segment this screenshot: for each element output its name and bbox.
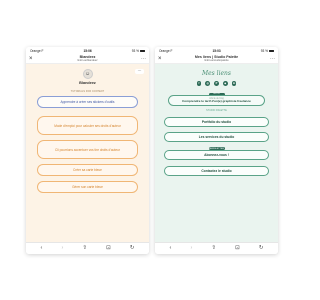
right-phone-screenshot: Orange F 15:03 93 % × Mes liens | Studio… (155, 47, 278, 254)
services-button[interactable]: Les services du studio (164, 132, 269, 143)
address-text: Blandeez linktr.ee/blandeez (37, 55, 138, 62)
script-title: Mes liens (201, 70, 231, 77)
bookmark-icon[interactable]: ⊡ (235, 245, 240, 252)
status-icons: 93 % (132, 49, 145, 53)
social-icons-row: f ◎ P ◆ in (155, 81, 278, 86)
link-button-creer-carte[interactable]: Créer sa carte bleue (37, 164, 138, 176)
links-content: Mes liens f ◎ P ◆ in BLOG Article de blo… (155, 64, 278, 242)
linkedin-icon[interactable]: in (231, 81, 237, 86)
bookmark-icon[interactable]: ⊡ (106, 245, 111, 252)
newsletter-badge: NEWSLETTER (208, 147, 225, 151)
back-icon[interactable]: ‹ (170, 245, 172, 252)
reload-icon[interactable]: ↻ (130, 245, 135, 252)
username: Blandeez (79, 81, 96, 85)
behance-icon[interactable]: ◆ (222, 81, 228, 86)
section-note: TUTORIALS FOR CONTENT (70, 90, 105, 93)
avatar: ☺ (82, 69, 93, 79)
battery-percent: 93 % (131, 49, 139, 53)
battery-icon (139, 49, 145, 53)
blog-article-card[interactable]: Article de blog Comprendre le tarif d'un… (168, 94, 265, 107)
profile-more-button[interactable]: ⋯ (135, 69, 144, 74)
left-phone-screenshot: Orange F 15:06 93 % × Blandeez linktr.ee… (26, 47, 149, 254)
forward-icon[interactable]: › (61, 245, 63, 252)
linktree-content: ☺ ⋯ Blandeez TUTORIALS FOR CONTENT Appre… (26, 64, 149, 242)
portfolio-button[interactable]: Portfolio du studio (164, 117, 269, 128)
battery-icon (268, 49, 274, 53)
link-button-droits-auteur[interactable]: Cli pourrions accentuer vos tire droits … (37, 140, 138, 159)
carrier-label: Orange F (159, 49, 173, 53)
section-label: STUDIO PALETTE (206, 110, 227, 113)
address-bar: × Blandeez linktr.ee/blandeez ⋯ (26, 55, 149, 64)
close-icon[interactable]: × (158, 56, 166, 62)
more-icon[interactable]: ⋯ (267, 56, 275, 62)
facebook-icon[interactable]: f (196, 81, 202, 86)
link-button-mode-emploi[interactable]: Mode d'emploi pour calculer ses droits d… (37, 116, 138, 135)
back-icon[interactable]: ‹ (41, 245, 43, 252)
card-title: Comprendre le tarif d'un(e) graphiste fr… (182, 98, 251, 103)
forward-icon[interactable]: › (190, 245, 192, 252)
close-icon[interactable]: × (29, 56, 37, 62)
battery-percent: 93 % (260, 49, 268, 53)
more-icon[interactable]: ⋯ (138, 56, 146, 62)
link-button-gerer-carte[interactable]: Gérer son carte bleue (37, 181, 138, 193)
clock: 15:06 (83, 49, 92, 53)
contact-button[interactable]: Contactez le studio (164, 166, 269, 177)
address-text: Mes liens | Studio Palette linktr.ee/stu… (166, 55, 267, 62)
link-button-stickers[interactable]: Apprendre à créer ses stickers d'outils (37, 96, 138, 108)
page-url: linktr.ee/blandeez (77, 58, 98, 62)
profile-row: ☺ ⋯ (26, 69, 149, 79)
status-bar: Orange F 15:03 93 % (155, 47, 278, 55)
reload-icon[interactable]: ↻ (259, 245, 264, 252)
page-url: linktr.ee/studiopalette (204, 58, 229, 62)
status-icons: 93 % (261, 49, 274, 53)
subscribe-button[interactable]: Abonnez-vous ! (164, 150, 269, 161)
browser-toolbar: ‹ › ⇧ ⊡ ↻ (26, 242, 149, 254)
clock: 15:03 (212, 49, 221, 53)
share-icon[interactable]: ⇧ (211, 245, 216, 252)
address-bar: × Mes liens | Studio Palette linktr.ee/s… (155, 55, 278, 64)
pinterest-icon[interactable]: P (214, 81, 219, 86)
instagram-icon[interactable]: ◎ (205, 81, 211, 86)
carrier-label: Orange F (30, 49, 44, 53)
share-icon[interactable]: ⇧ (82, 245, 87, 252)
status-bar: Orange F 15:06 93 % (26, 47, 149, 55)
browser-toolbar: ‹ › ⇧ ⊡ ↻ (155, 242, 278, 254)
